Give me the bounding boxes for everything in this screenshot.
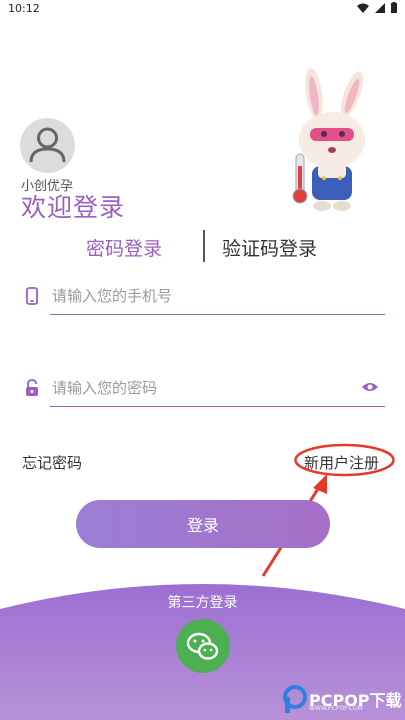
user-icon (29, 127, 66, 163)
watermark-subtext: WWW.PCPOP.COM (309, 705, 363, 712)
eye-icon[interactable] (361, 381, 379, 393)
tab-password-login[interactable]: 密码登录 (86, 234, 162, 261)
tab-divider (203, 230, 205, 262)
phone-field[interactable]: 请输入您的手机号 (22, 275, 385, 315)
login-button[interactable]: 登录 (76, 500, 330, 548)
password-field[interactable]: 请输入您的密码 (22, 367, 385, 407)
pcpop-watermark: PCPOP下载 WWW.PCPOP.COM (282, 683, 402, 717)
forgot-password-link[interactable]: 忘记密码 (22, 452, 82, 473)
phone-input-placeholder: 请输入您的手机号 (52, 287, 173, 305)
tab-code-login[interactable]: 验证码登录 (222, 234, 317, 261)
wifi-icon (357, 3, 369, 13)
password-input-placeholder: 请输入您的密码 (52, 379, 158, 397)
pcpop-logo-icon (283, 685, 307, 713)
status-time: 10:12 (8, 2, 40, 15)
signal-icon (375, 2, 385, 13)
battery-icon (391, 2, 397, 13)
third-party-login-label: 第三方登录 (167, 595, 238, 611)
status-icons (357, 2, 397, 13)
page-title: 欢迎登录 (21, 193, 126, 222)
password-underline (50, 406, 385, 407)
wechat-login-button[interactable] (176, 619, 230, 673)
login-tabs: 密码登录 验证码登录 (0, 228, 405, 264)
phone-icon (26, 287, 38, 305)
lock-icon (26, 379, 38, 396)
wechat-icon (186, 632, 219, 660)
status-bar: 10:12 (0, 0, 405, 18)
avatar[interactable] (20, 118, 75, 173)
rabbit-mascot-illustration (292, 68, 365, 211)
phone-underline (50, 314, 385, 315)
